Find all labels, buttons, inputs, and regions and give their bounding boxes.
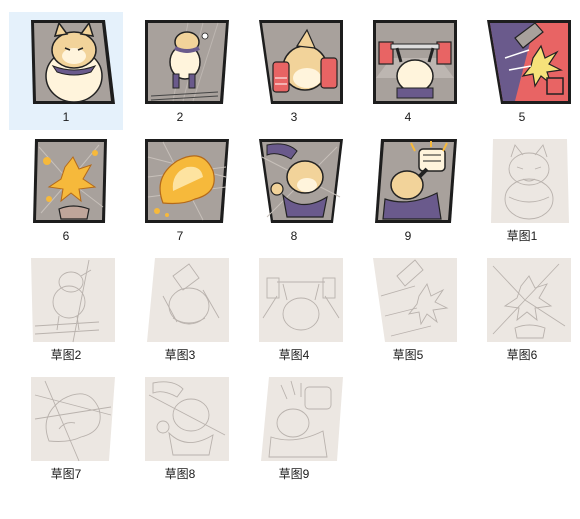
- sketch-2-thumbnail: [29, 256, 117, 344]
- sketch-8-thumbnail: [143, 375, 231, 463]
- comic-panel-8-thumbnail: [257, 137, 345, 225]
- file-item-6[interactable]: 6: [9, 131, 123, 249]
- file-name: 草图8: [164, 467, 196, 481]
- sketch-9-thumbnail: [257, 375, 345, 463]
- file-item-sketch-2[interactable]: 草图2: [9, 250, 123, 368]
- file-item-9[interactable]: 9: [351, 131, 465, 249]
- sketch-5-thumbnail: [371, 256, 459, 344]
- sketch-6-thumbnail: [485, 256, 573, 344]
- file-item-sketch-4[interactable]: 草图4: [237, 250, 351, 368]
- file-item-5[interactable]: 5: [465, 12, 579, 130]
- comic-panel-1-thumbnail: [29, 18, 117, 106]
- file-item-sketch-8[interactable]: 草图8: [123, 369, 237, 487]
- file-item-sketch-6[interactable]: 草图6: [465, 250, 579, 368]
- comic-panel-9-thumbnail: [371, 137, 459, 225]
- file-name: 6: [62, 229, 70, 243]
- file-item-sketch-9[interactable]: 草图9: [237, 369, 351, 487]
- file-item-sketch-7[interactable]: 草图7: [9, 369, 123, 487]
- file-name: 7: [176, 229, 184, 243]
- file-name: 9: [404, 229, 412, 243]
- file-item-1[interactable]: 1: [9, 12, 123, 130]
- comic-panel-3-thumbnail: [257, 18, 345, 106]
- comic-panel-6-thumbnail: [29, 137, 117, 225]
- file-name: 草图6: [506, 348, 538, 362]
- file-item-2[interactable]: 2: [123, 12, 237, 130]
- sketch-1-thumbnail: [485, 137, 573, 225]
- file-item-8[interactable]: 8: [237, 131, 351, 249]
- sketch-3-thumbnail: [143, 256, 231, 344]
- sketch-4-thumbnail: [257, 256, 345, 344]
- file-name: 草图9: [278, 467, 310, 481]
- file-name: 1: [62, 110, 70, 124]
- file-name: 3: [290, 110, 298, 124]
- file-name: 草图1: [506, 229, 538, 243]
- file-name: 8: [290, 229, 298, 243]
- comic-panel-4-thumbnail: [371, 18, 459, 106]
- file-name: 草图7: [50, 467, 82, 481]
- file-item-4[interactable]: 4: [351, 12, 465, 130]
- file-name: 草图3: [164, 348, 196, 362]
- file-grid: 1 2 3 4 5 6 7 8 9 草图1 草图2 草图3 草图4 草图5 草图…: [0, 0, 580, 519]
- file-item-3[interactable]: 3: [237, 12, 351, 130]
- file-name: 草图4: [278, 348, 310, 362]
- comic-panel-5-thumbnail: [485, 18, 573, 106]
- file-item-sketch-3[interactable]: 草图3: [123, 250, 237, 368]
- comic-panel-2-thumbnail: [143, 18, 231, 106]
- file-name: 4: [404, 110, 412, 124]
- file-name: 2: [176, 110, 184, 124]
- file-name: 草图2: [50, 348, 82, 362]
- file-item-sketch-5[interactable]: 草图5: [351, 250, 465, 368]
- comic-panel-7-thumbnail: [143, 137, 231, 225]
- file-item-7[interactable]: 7: [123, 131, 237, 249]
- file-item-sketch-1[interactable]: 草图1: [465, 131, 579, 249]
- file-name: 草图5: [392, 348, 424, 362]
- sketch-7-thumbnail: [29, 375, 117, 463]
- file-name: 5: [518, 110, 526, 124]
